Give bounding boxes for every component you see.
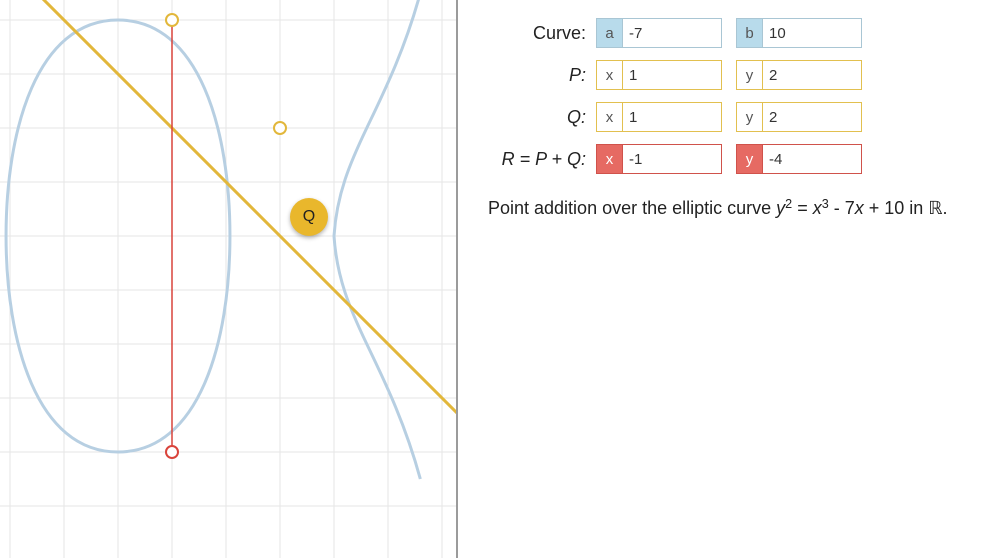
point-r [166, 446, 178, 458]
point-minus-r [166, 14, 178, 26]
tag-qx: x [596, 102, 622, 132]
tag-b: b [736, 18, 762, 48]
tag-ry: y [736, 144, 762, 174]
row-curve: Curve: a b [488, 18, 981, 48]
input-px[interactable] [622, 60, 722, 90]
field-ry: y [736, 144, 862, 174]
field-px: x [596, 60, 722, 90]
elliptic-curve [6, 0, 420, 479]
tag-a: a [596, 18, 622, 48]
label-p: P: [488, 65, 596, 86]
point-q-marker[interactable]: Q [290, 198, 328, 236]
input-qx[interactable] [622, 102, 722, 132]
label-curve: Curve: [488, 23, 596, 44]
tag-px: x [596, 60, 622, 90]
input-qy[interactable] [762, 102, 862, 132]
graph-pane[interactable]: Q [0, 0, 458, 558]
field-rx: x [596, 144, 722, 174]
row-r: R = P + Q: x y [488, 144, 981, 174]
row-q: Q: x y [488, 102, 981, 132]
input-rx[interactable] [622, 144, 722, 174]
tag-py: y [736, 60, 762, 90]
form-pane: Curve: a b P: x y Q: x [458, 0, 991, 558]
page-root: Q Curve: a b P: x y [0, 0, 991, 558]
input-ry[interactable] [762, 144, 862, 174]
label-r: R = P + Q: [488, 149, 596, 170]
field-py: y [736, 60, 862, 90]
field-qx: x [596, 102, 722, 132]
field-qy: y [736, 102, 862, 132]
input-a[interactable] [622, 18, 722, 48]
row-p: P: x y [488, 60, 981, 90]
input-b[interactable] [762, 18, 862, 48]
tag-rx: x [596, 144, 622, 174]
tag-qy: y [736, 102, 762, 132]
field-b: b [736, 18, 862, 48]
point-p [274, 122, 286, 134]
graph-svg [0, 0, 458, 558]
field-a: a [596, 18, 722, 48]
input-py[interactable] [762, 60, 862, 90]
caption: Point addition over the elliptic curve y… [488, 196, 981, 221]
label-q: Q: [488, 107, 596, 128]
point-q-label: Q [303, 208, 315, 226]
